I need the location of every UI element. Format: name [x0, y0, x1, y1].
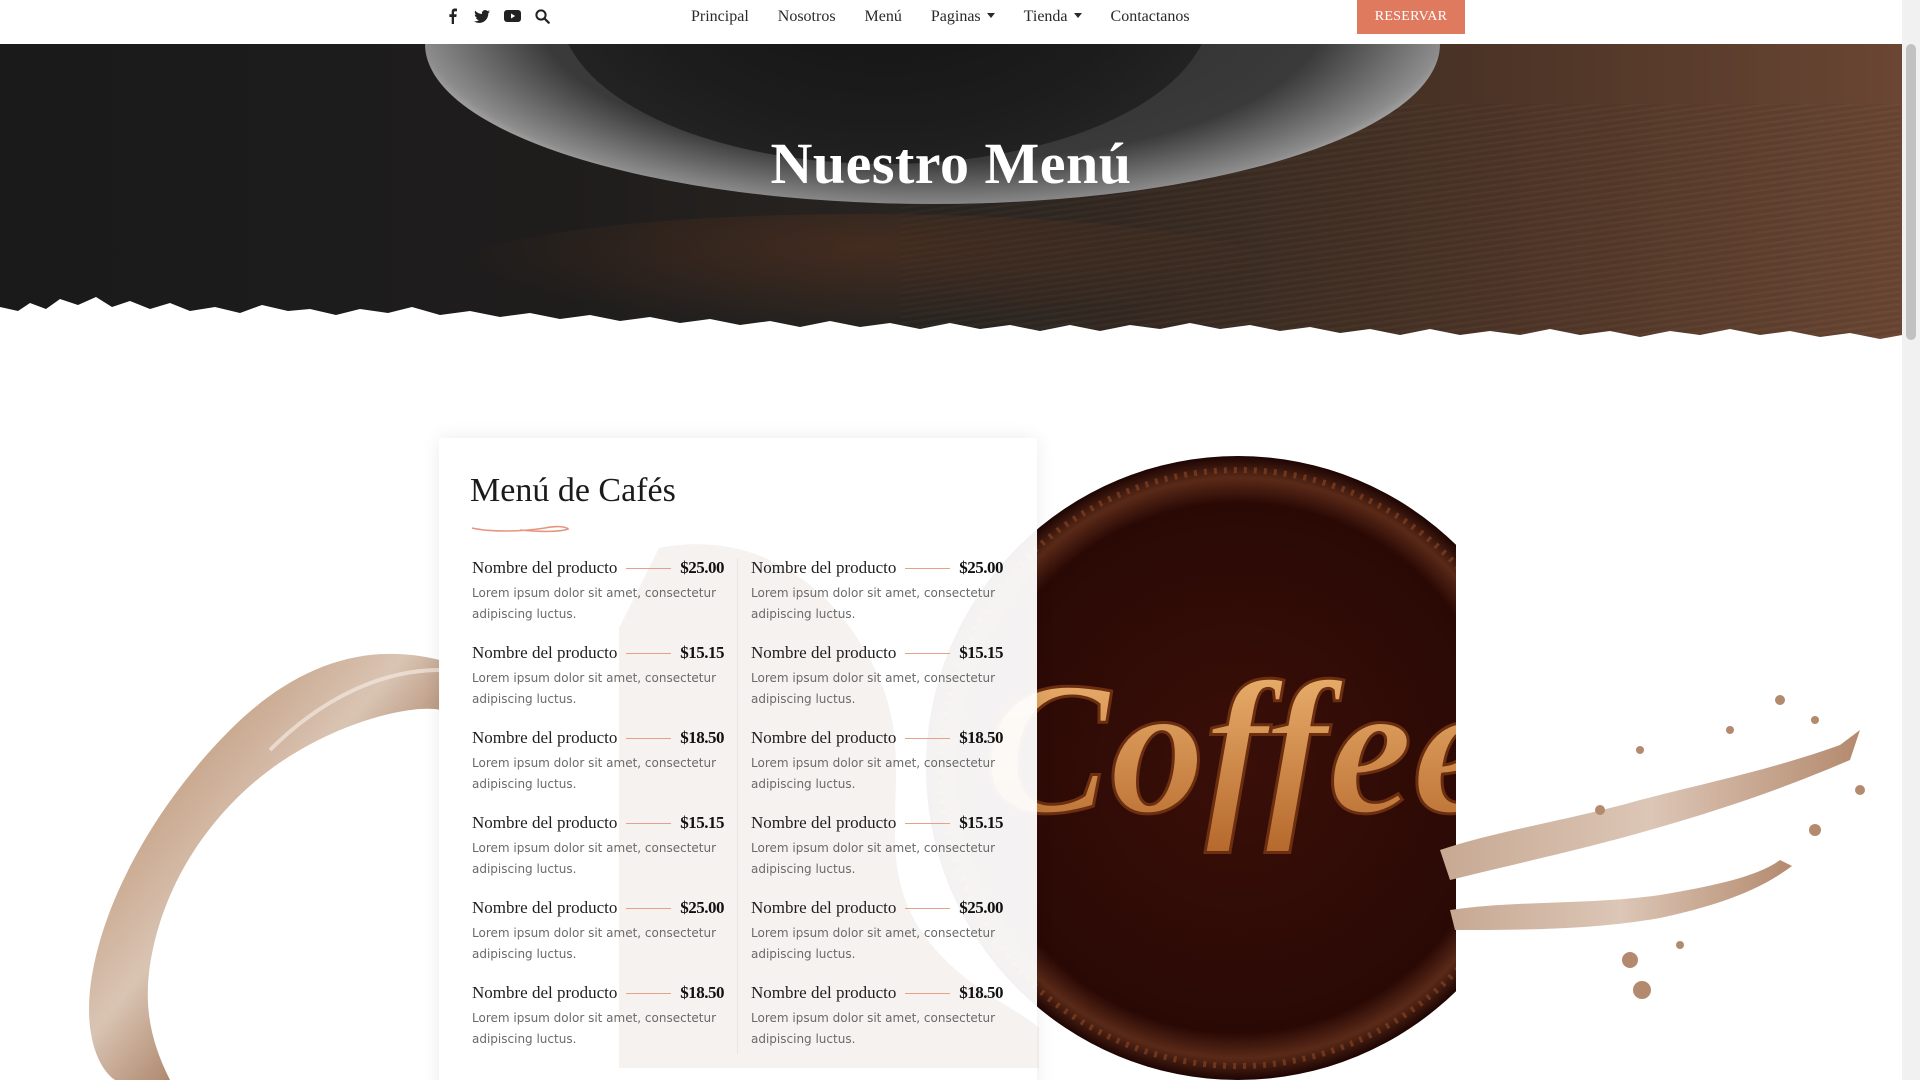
- coffee-logo-text: Coffee: [983, 644, 1456, 854]
- coffee-menu-card: Menú de Cafés Nombre del producto $25.00 …: [439, 438, 1039, 1080]
- nav-item-principal[interactable]: Principal: [691, 6, 749, 28]
- page-title: Nuestro Menú: [770, 131, 1132, 196]
- product-description: Lorem ipsum dolor sit amet, consectetur …: [751, 841, 996, 876]
- menu-item: Nombre del producto $25.00 Lorem ipsum do…: [472, 896, 724, 981]
- product-name: Nombre del producto: [472, 813, 618, 832]
- product-price: $18.50: [959, 728, 1003, 747]
- product-description: Lorem ipsum dolor sit amet, consectetur …: [472, 671, 717, 706]
- nav-item-menu[interactable]: Menú: [865, 6, 902, 28]
- scrollbar-thumb[interactable]: [1906, 44, 1916, 340]
- caret-down-icon: [1073, 12, 1082, 18]
- product-name: Nombre del producto: [472, 643, 618, 662]
- dotted-leader: [905, 652, 951, 654]
- top-navbar: Principal Nosotros Menú Paginas Tienda C…: [0, 0, 1902, 44]
- dotted-leader: [905, 822, 951, 824]
- menu-item: Nombre del producto $18.50 Lorem ipsum do…: [472, 981, 724, 1066]
- twitter-icon[interactable]: [473, 6, 491, 26]
- dotted-leader: [905, 992, 951, 994]
- dotted-leader: [905, 907, 951, 909]
- product-price: $15.15: [959, 643, 1003, 662]
- main-menu: Principal Nosotros Menú Paginas Tienda C…: [691, 6, 1190, 28]
- product-description: Lorem ipsum dolor sit amet, consectetur …: [472, 841, 717, 876]
- menu-item: Nombre del producto $18.50 Lorem ipsum do…: [472, 726, 724, 811]
- menu-item: Nombre del producto $15.15 Lorem ipsum do…: [751, 641, 1003, 726]
- nav-item-tienda[interactable]: Tienda: [1024, 6, 1082, 28]
- dotted-leader: [626, 992, 672, 994]
- product-price: $25.00: [680, 898, 724, 917]
- product-price: $18.50: [680, 728, 724, 747]
- product-name: Nombre del producto: [472, 728, 618, 747]
- menu-title: Menú de Cafés: [470, 472, 676, 509]
- product-description: Lorem ipsum dolor sit amet, consectetur …: [751, 1011, 996, 1046]
- product-price: $25.00: [959, 558, 1003, 577]
- menu-column-right: Nombre del producto $25.00 Lorem ipsum do…: [751, 556, 1003, 1066]
- product-name: Nombre del producto: [472, 558, 618, 577]
- product-name: Nombre del producto: [751, 728, 897, 747]
- caret-down-icon: [986, 12, 995, 18]
- scrollbar[interactable]: [1902, 0, 1920, 1080]
- dotted-leader: [626, 567, 672, 569]
- product-name: Nombre del producto: [751, 983, 897, 1002]
- dotted-leader: [626, 822, 672, 824]
- product-description: Lorem ipsum dolor sit amet, consectetur …: [472, 586, 717, 621]
- menu-item: Nombre del producto $15.15 Lorem ipsum do…: [472, 811, 724, 896]
- product-price: $18.50: [959, 983, 1003, 1002]
- product-description: Lorem ipsum dolor sit amet, consectetur …: [472, 926, 717, 961]
- menu-item: Nombre del producto $18.50 Lorem ipsum do…: [751, 726, 1003, 811]
- product-price: $15.15: [680, 643, 724, 662]
- dotted-leader: [626, 652, 672, 654]
- nav-item-paginas[interactable]: Paginas: [931, 6, 995, 28]
- nav-item-contactanos[interactable]: Contactanos: [1111, 6, 1190, 28]
- title-underline-swash: [471, 525, 570, 533]
- youtube-icon[interactable]: [503, 6, 521, 26]
- menu-item: Nombre del producto $25.00 Lorem ipsum do…: [751, 556, 1003, 641]
- product-name: Nombre del producto: [751, 813, 897, 832]
- menu-item: Nombre del producto $15.15 Lorem ipsum do…: [751, 811, 1003, 896]
- product-description: Lorem ipsum dolor sit amet, consectetur …: [751, 926, 996, 961]
- product-name: Nombre del producto: [472, 898, 618, 917]
- column-divider: [737, 558, 738, 1054]
- product-description: Lorem ipsum dolor sit amet, consectetur …: [751, 671, 996, 706]
- product-name: Nombre del producto: [472, 983, 618, 1002]
- product-name: Nombre del producto: [751, 643, 897, 662]
- reservar-button[interactable]: RESERVAR: [1357, 0, 1465, 34]
- product-description: Lorem ipsum dolor sit amet, consectetur …: [472, 1011, 717, 1046]
- menu-column-left: Nombre del producto $25.00 Lorem ipsum do…: [472, 556, 724, 1066]
- social-links: [443, 6, 551, 26]
- product-description: Lorem ipsum dolor sit amet, consectetur …: [751, 756, 996, 791]
- menu-item: Nombre del producto $18.50 Lorem ipsum do…: [751, 981, 1003, 1066]
- product-price: $25.00: [959, 898, 1003, 917]
- dotted-leader: [626, 737, 672, 739]
- product-price: $25.00: [680, 558, 724, 577]
- nav-item-nosotros[interactable]: Nosotros: [778, 6, 836, 28]
- product-description: Lorem ipsum dolor sit amet, consectetur …: [751, 586, 996, 621]
- dotted-leader: [905, 737, 951, 739]
- product-price: $15.15: [680, 813, 724, 832]
- menu-item: Nombre del producto $25.00 Lorem ipsum do…: [751, 896, 1003, 981]
- product-price: $15.15: [959, 813, 1003, 832]
- product-description: Lorem ipsum dolor sit amet, consectetur …: [472, 756, 717, 791]
- menu-item: Nombre del producto $15.15 Lorem ipsum do…: [472, 641, 724, 726]
- dotted-leader: [905, 567, 951, 569]
- search-icon[interactable]: [533, 6, 551, 26]
- torn-paper-edge: [0, 297, 1902, 349]
- hero-banner: Nuestro Menú: [0, 44, 1902, 349]
- facebook-icon[interactable]: [443, 6, 461, 26]
- coffee-splash-image: [1440, 695, 1865, 999]
- menu-item: Nombre del producto $25.00 Lorem ipsum do…: [472, 556, 724, 641]
- product-name: Nombre del producto: [751, 898, 897, 917]
- product-name: Nombre del producto: [751, 558, 897, 577]
- product-price: $18.50: [680, 983, 724, 1002]
- dotted-leader: [626, 907, 672, 909]
